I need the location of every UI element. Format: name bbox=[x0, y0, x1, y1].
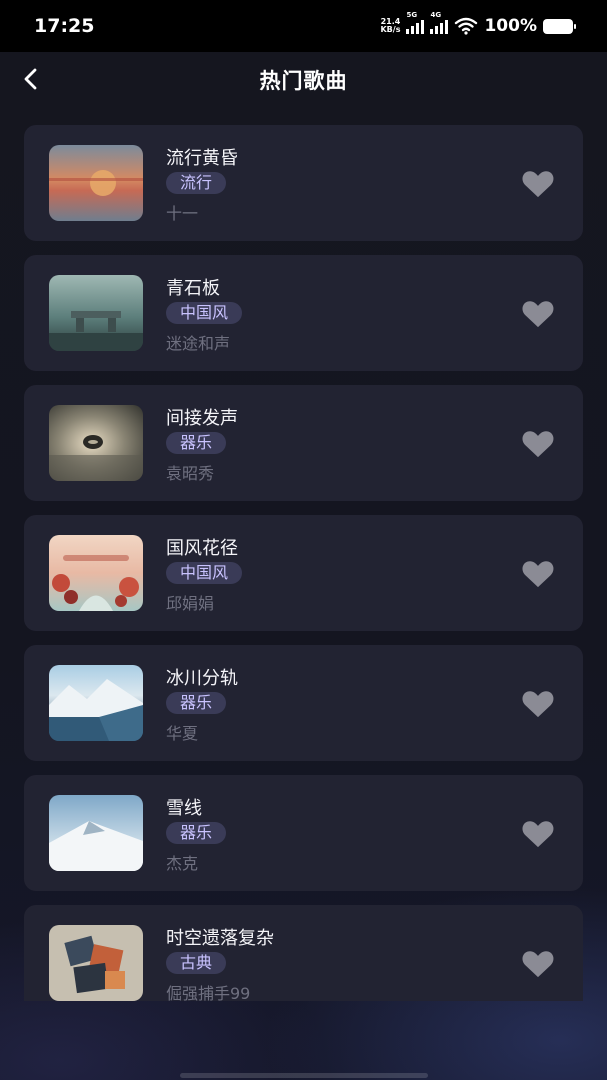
song-card[interactable]: 冰川分轨 器乐 华夏 bbox=[24, 645, 583, 761]
misty-orb-cover bbox=[49, 405, 143, 481]
status-icons: 21.4 KB/s 5G 4G 100% bbox=[380, 11, 576, 36]
heart-icon[interactable] bbox=[521, 167, 555, 199]
page-title: 热门歌曲 bbox=[259, 69, 348, 93]
genre-tag[interactable]: 器乐 bbox=[166, 692, 227, 714]
song-artist: 杰克 bbox=[166, 854, 199, 873]
signal-4g-label: 4G bbox=[430, 11, 442, 19]
song-card[interactable]: 间接发声 器乐 袁昭秀 bbox=[24, 385, 583, 501]
song-artist: 十一 bbox=[166, 204, 199, 223]
song-artist: 华夏 bbox=[166, 724, 199, 743]
heart-icon[interactable] bbox=[521, 817, 555, 849]
genre-tag[interactable]: 中国风 bbox=[166, 562, 243, 584]
genre-tag[interactable]: 器乐 bbox=[166, 822, 227, 844]
song-title: 国风花径 bbox=[166, 538, 238, 559]
song-artist: 迷途和声 bbox=[166, 334, 231, 353]
gesture-bar[interactable] bbox=[180, 1073, 428, 1078]
song-title: 流行黄昏 bbox=[166, 148, 238, 169]
signal-5g-icon: 5G bbox=[406, 11, 425, 34]
song-title: 青石板 bbox=[166, 278, 220, 299]
status-time: 17:25 bbox=[34, 15, 95, 37]
song-list[interactable]: 流行黄昏 流行 十一 青石板 中国风 迷途和声 间接发声 器乐 袁昭秀 国风花径… bbox=[24, 125, 583, 1001]
song-title: 雪线 bbox=[166, 798, 202, 819]
signal-5g-label: 5G bbox=[406, 11, 418, 19]
heart-icon[interactable] bbox=[521, 557, 555, 589]
network-speed-unit: KB/s bbox=[380, 25, 401, 34]
chevron-left-icon bbox=[24, 68, 37, 90]
status-bar: 17:25 21.4 KB/s 5G 4G 100% bbox=[0, 0, 607, 52]
wifi-icon bbox=[455, 17, 478, 35]
heart-icon[interactable] bbox=[521, 947, 555, 979]
song-card[interactable]: 流行黄昏 流行 十一 bbox=[24, 125, 583, 241]
song-card[interactable]: 时空遗落复杂 古典 倔强捕手99 bbox=[24, 905, 583, 1001]
song-artist: 倔强捕手99 bbox=[166, 984, 251, 1001]
sunset-cover bbox=[49, 145, 143, 221]
flower-path-cover bbox=[49, 535, 143, 611]
glacier-cover bbox=[49, 665, 143, 741]
song-artist: 邱娟娟 bbox=[166, 594, 215, 613]
genre-tag[interactable]: 器乐 bbox=[166, 432, 227, 454]
genre-tag[interactable]: 中国风 bbox=[166, 302, 243, 324]
back-button[interactable] bbox=[14, 62, 48, 96]
song-card[interactable]: 青石板 中国风 迷途和声 bbox=[24, 255, 583, 371]
song-artist: 袁昭秀 bbox=[166, 464, 215, 483]
genre-tag[interactable]: 古典 bbox=[166, 952, 227, 974]
stone-bench-cover bbox=[49, 275, 143, 351]
song-title: 时空遗落复杂 bbox=[166, 928, 274, 949]
genre-tag[interactable]: 流行 bbox=[166, 172, 227, 194]
battery-percent: 100% bbox=[484, 16, 537, 36]
top-nav: 热门歌曲 bbox=[0, 52, 607, 108]
signal-4g-icon: 4G bbox=[430, 11, 449, 34]
abstract-cubes-cover bbox=[49, 925, 143, 1001]
song-card[interactable]: 雪线 器乐 杰克 bbox=[24, 775, 583, 891]
network-speed: 21.4 KB/s bbox=[380, 18, 400, 34]
snow-mountain-cover bbox=[49, 795, 143, 871]
battery-icon bbox=[543, 18, 576, 34]
heart-icon[interactable] bbox=[521, 687, 555, 719]
heart-icon[interactable] bbox=[521, 427, 555, 459]
song-title: 间接发声 bbox=[166, 408, 238, 429]
heart-icon[interactable] bbox=[521, 297, 555, 329]
song-title: 冰川分轨 bbox=[166, 668, 238, 689]
song-card[interactable]: 国风花径 中国风 邱娟娟 bbox=[24, 515, 583, 631]
